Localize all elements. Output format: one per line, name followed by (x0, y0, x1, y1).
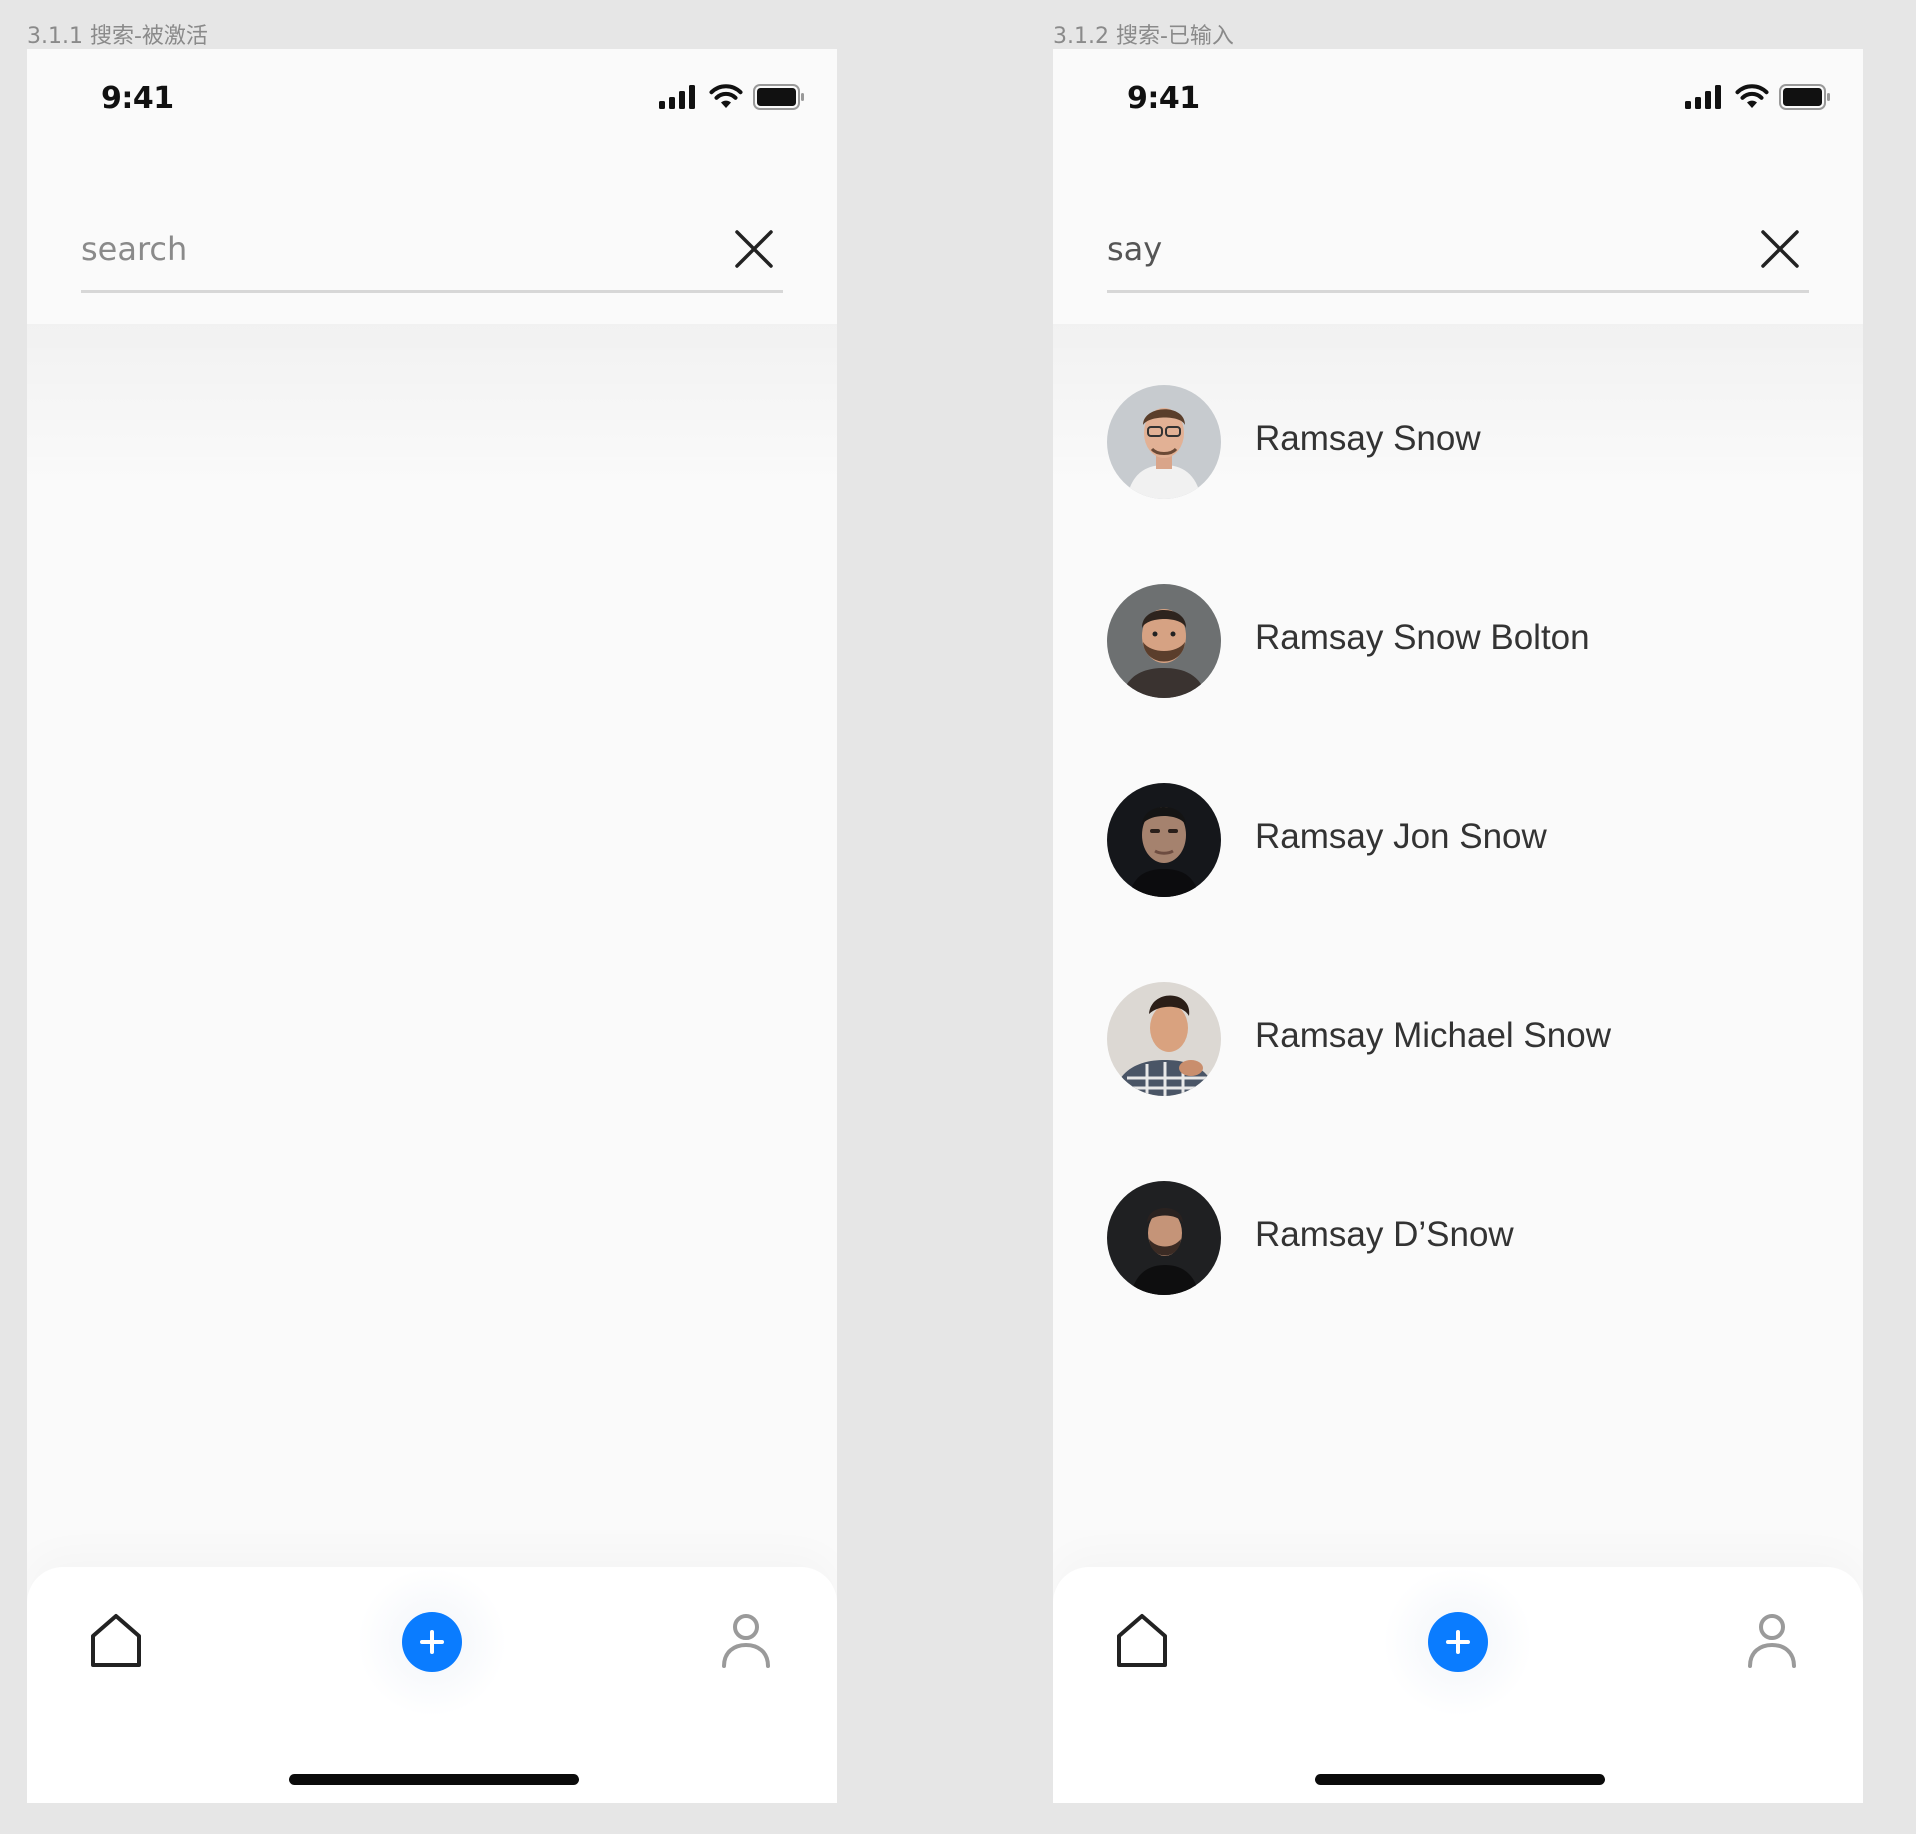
person-icon[interactable] (1743, 1612, 1801, 1670)
search-result-list: Ramsay Snow Ramsay Snow Bolton Ramsay Jo… (1107, 385, 1809, 1380)
close-icon[interactable] (1759, 228, 1801, 270)
header-shadow (27, 324, 837, 484)
avatar (1107, 1181, 1221, 1295)
status-icons (659, 84, 805, 110)
search-input[interactable] (1107, 214, 1727, 284)
frame-caption: 3.1.1 搜索-被激活 (27, 24, 208, 49)
result-name: Ramsay Snow (1255, 419, 1481, 458)
list-item[interactable]: Ramsay Snow (1107, 385, 1809, 584)
add-button[interactable] (402, 1612, 462, 1672)
wifi-icon (709, 84, 743, 108)
phone-frame-search-activated: 9:41 (27, 49, 837, 1803)
search-bar (81, 214, 783, 293)
add-button[interactable] (1428, 1612, 1488, 1672)
home-icon[interactable] (87, 1612, 145, 1670)
plus-icon (420, 1630, 444, 1654)
result-name: Ramsay D’Snow (1255, 1215, 1514, 1254)
tab-bar (1053, 1567, 1863, 1803)
home-indicator (289, 1774, 579, 1785)
avatar (1107, 385, 1221, 499)
list-item[interactable]: Ramsay Michael Snow (1107, 982, 1809, 1181)
list-item[interactable]: Ramsay Jon Snow (1107, 783, 1809, 982)
battery-icon (1779, 84, 1830, 110)
home-icon[interactable] (1113, 1612, 1171, 1670)
plus-icon (1446, 1630, 1470, 1654)
result-name: Ramsay Jon Snow (1255, 817, 1547, 856)
result-name: Ramsay Snow Bolton (1255, 618, 1590, 657)
tab-bar (27, 1567, 837, 1803)
status-time: 9:41 (101, 81, 174, 116)
list-item[interactable]: Ramsay Snow Bolton (1107, 584, 1809, 783)
avatar (1107, 783, 1221, 897)
result-name: Ramsay Michael Snow (1255, 1016, 1611, 1055)
phone-frame-search-entered: 9:41 say Ramsay Snow Ramsay Snow Bolton … (1053, 49, 1863, 1803)
home-indicator (1315, 1774, 1605, 1785)
list-item[interactable]: Ramsay D’Snow (1107, 1181, 1809, 1380)
status-time: 9:41 (1127, 81, 1200, 116)
search-input[interactable] (81, 214, 701, 284)
wifi-icon (1735, 84, 1769, 108)
status-bar: 9:41 (27, 49, 837, 159)
person-icon[interactable] (717, 1612, 775, 1670)
search-bar (1107, 214, 1809, 293)
battery-icon (753, 84, 804, 110)
status-bar: 9:41 (1053, 49, 1863, 159)
cellular-signal-icon (659, 85, 695, 109)
frame-caption: 3.1.2 搜索-已输入 (1053, 24, 1234, 49)
avatar (1107, 584, 1221, 698)
close-icon[interactable] (733, 228, 775, 270)
avatar (1107, 982, 1221, 1096)
cellular-signal-icon (1685, 85, 1721, 109)
status-icons (1685, 84, 1831, 110)
